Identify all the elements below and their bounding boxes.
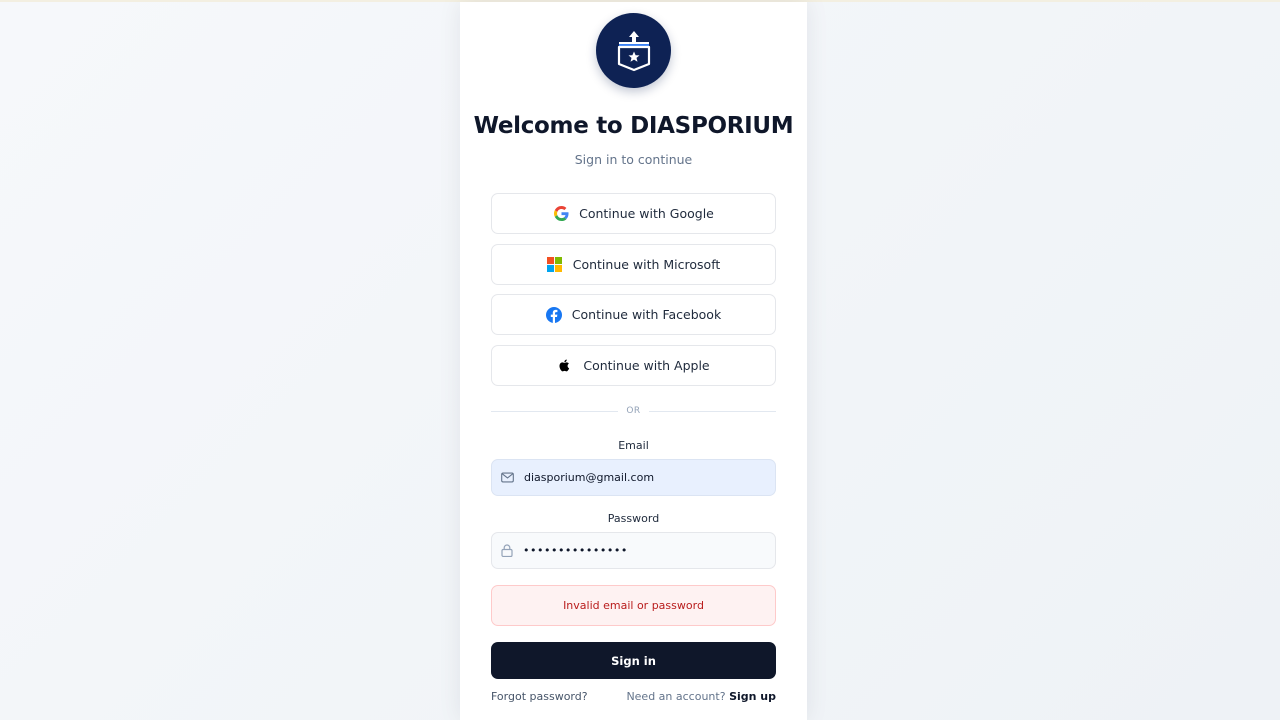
google-signin-label: Continue with Google	[579, 206, 714, 221]
email-value: diasporium@gmail.com	[524, 471, 655, 484]
microsoft-icon	[547, 257, 563, 273]
divider-line-right	[648, 410, 776, 412]
microsoft-signin-label: Continue with Microsoft	[572, 257, 721, 272]
signup-prompt: Need an account? Sign up	[626, 690, 776, 703]
page-title: Welcome to DIASPORIUM	[473, 113, 794, 139]
divider-line-left	[491, 410, 619, 412]
facebook-signin-button[interactable]: Continue with Facebook	[491, 294, 776, 335]
password-field[interactable]: •••••••••••••••	[491, 532, 776, 569]
apple-signin-label: Continue with Apple	[583, 358, 710, 373]
email-field[interactable]: diasporium@gmail.com	[491, 459, 776, 496]
facebook-signin-label: Continue with Facebook	[571, 307, 722, 322]
password-label: Password	[607, 512, 660, 525]
sign-up-link[interactable]: Sign up	[729, 690, 776, 703]
google-icon	[553, 206, 569, 222]
email-label: Email	[618, 439, 649, 452]
error-alert: Invalid email or password	[491, 585, 776, 626]
mail-icon	[501, 472, 514, 483]
lock-icon	[501, 544, 513, 557]
ballot-box-icon	[617, 30, 650, 71]
apple-icon	[557, 358, 573, 374]
page-subtitle: Sign in to continue	[574, 152, 693, 167]
password-value: •••••••••••••••	[523, 544, 628, 557]
apple-signin-button[interactable]: Continue with Apple	[491, 345, 776, 386]
signin-card: Welcome to DIASPORIUM Sign in to continu…	[460, 2, 807, 720]
microsoft-signin-button[interactable]: Continue with Microsoft	[491, 244, 776, 285]
ballot-box-logo	[596, 13, 671, 88]
divider-text: OR	[626, 406, 641, 416]
need-account-text: Need an account?	[626, 690, 726, 703]
or-divider: OR	[491, 404, 776, 418]
sign-in-button[interactable]: Sign in	[491, 642, 776, 679]
forgot-password-link[interactable]: Forgot password?	[491, 690, 588, 703]
facebook-icon	[545, 306, 562, 323]
google-signin-button[interactable]: Continue with Google	[491, 193, 776, 234]
